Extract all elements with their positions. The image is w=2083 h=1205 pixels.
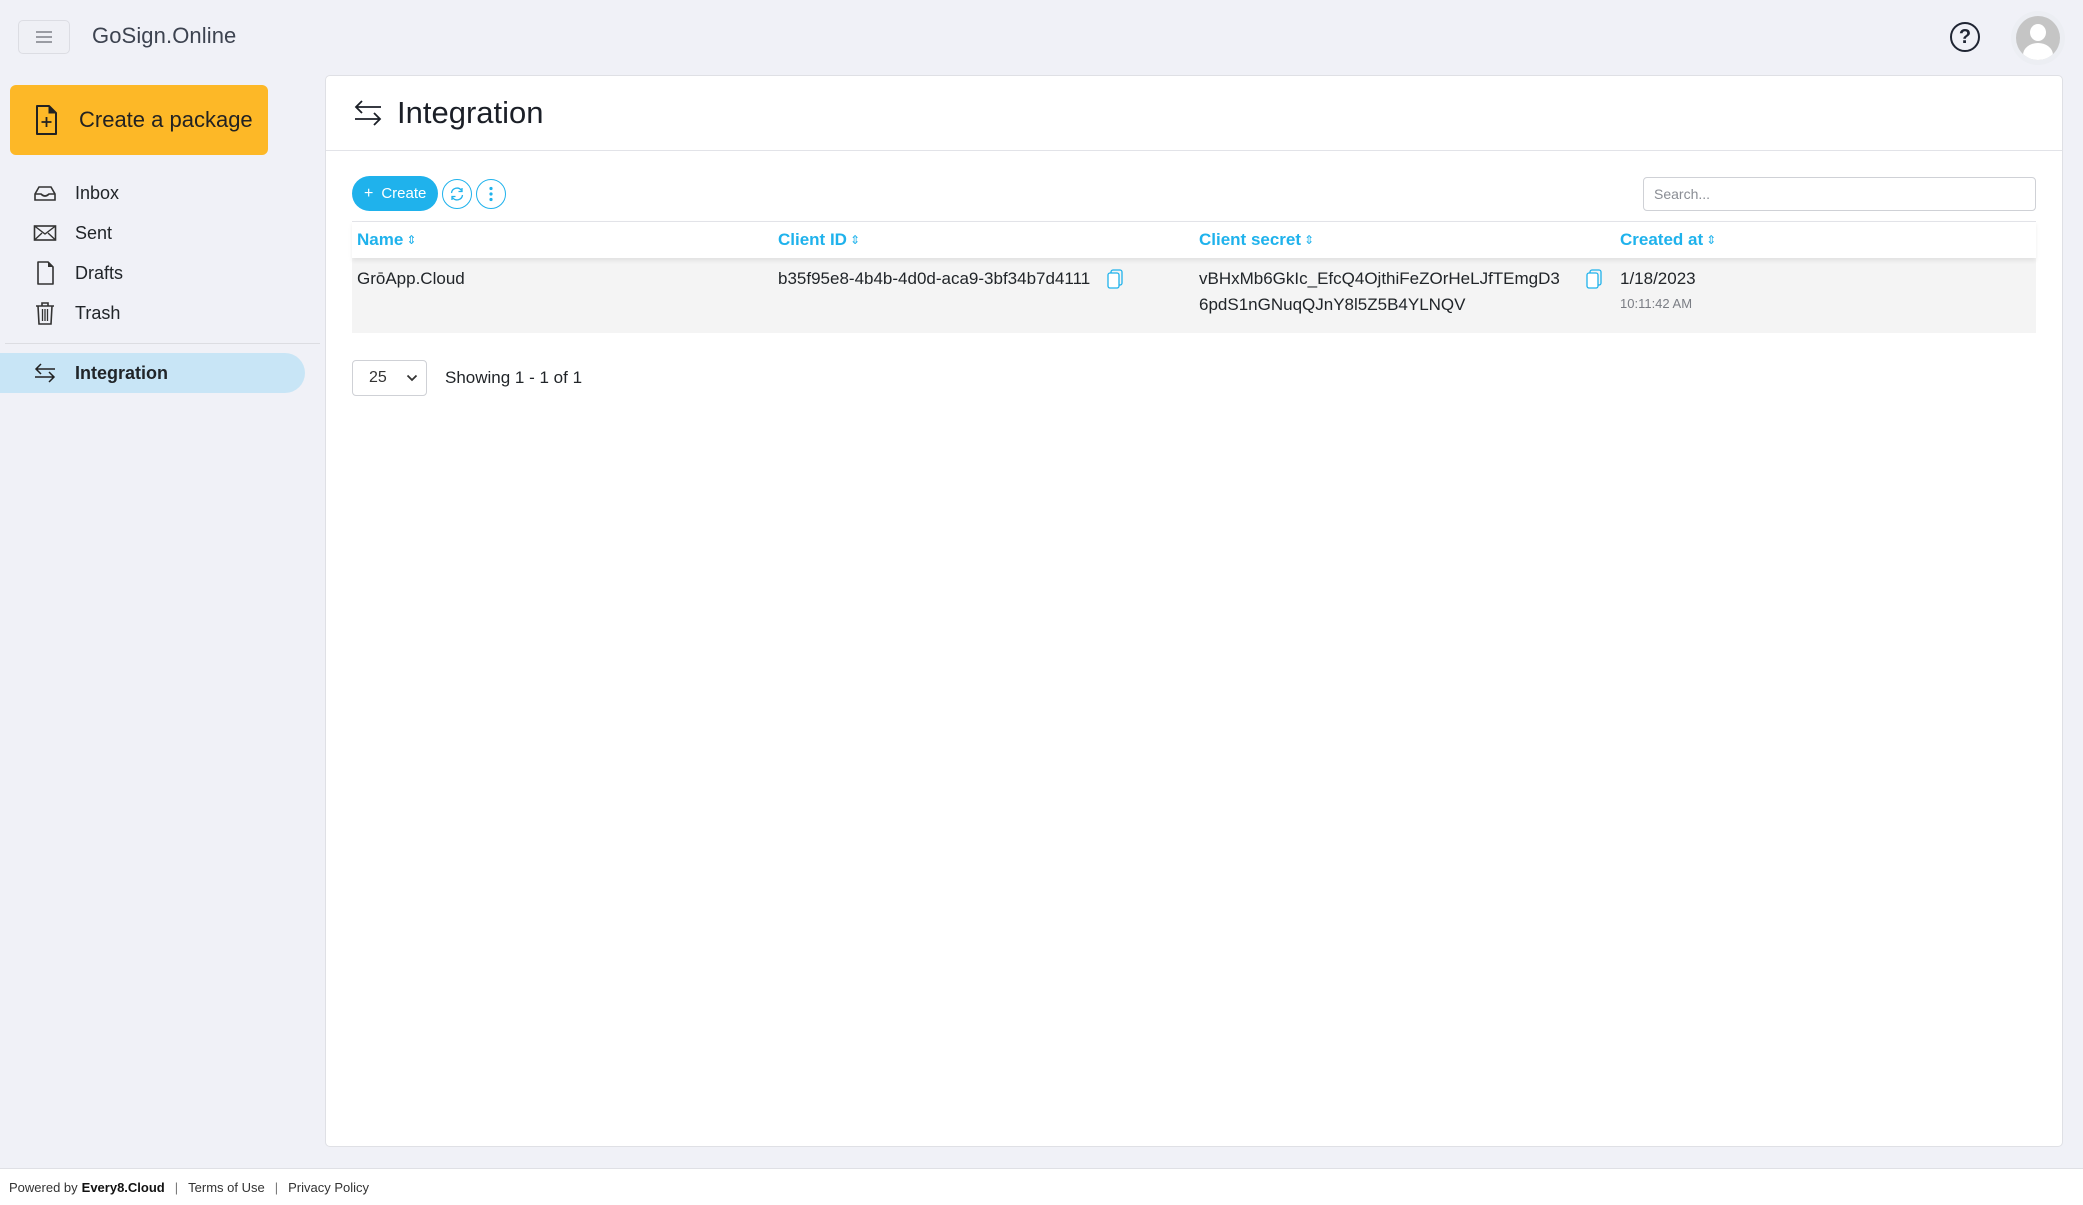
terms-of-use-link[interactable]: Terms of Use: [188, 1180, 265, 1195]
footer-separator: |: [174, 1179, 179, 1195]
created-time: 10:11:42 AM: [1620, 296, 1693, 311]
sidebar-nav: Inbox Sent Drafts Trash: [0, 173, 310, 333]
refresh-button[interactable]: [442, 178, 473, 209]
column-header-client-secret[interactable]: Client secret ⇕: [1194, 230, 1615, 250]
pagination-status: Showing 1 - 1 of 1: [445, 368, 583, 387]
user-icon: [2016, 16, 2060, 60]
footer: Powered by Every8.Cloud | Terms of Use |…: [0, 1168, 2083, 1205]
sort-icon: ⇕: [849, 233, 861, 247]
avatar[interactable]: [2011, 11, 2065, 65]
column-header-label: Client secret: [1199, 230, 1302, 249]
chevron-down-icon: [406, 374, 418, 382]
sidebar-item-label: Sent: [75, 222, 113, 243]
menu-toggle-button[interactable]: [18, 20, 70, 54]
sort-icon: ⇕: [1304, 233, 1315, 247]
footer-separator: |: [274, 1179, 279, 1195]
hamburger-icon: [36, 31, 52, 43]
powered-by-text: Powered by: [9, 1179, 78, 1195]
sidebar-item-drafts[interactable]: Drafts: [0, 253, 310, 293]
inbox-icon: [33, 181, 57, 205]
column-header-client-id[interactable]: Client ID ⇕: [773, 230, 1194, 250]
arrows-exchange-icon: [354, 100, 382, 126]
cell-created-at: 1/18/2023 10:11:42 AM: [1615, 266, 2036, 316]
created-date: 1/18/2023: [1620, 269, 1696, 288]
toolbar: + Create: [352, 176, 507, 211]
app-brand: GoSign.Online: [92, 23, 237, 48]
create-package-button[interactable]: Create a package: [10, 85, 268, 155]
sidebar-item-label: Integration: [75, 362, 168, 383]
page-size-select[interactable]: 25: [352, 360, 427, 396]
cell-name: GrōApp.Cloud: [352, 266, 773, 292]
cell-client-id: b35f95e8-4b4b-4d0d-aca9-3bf34b7d4111: [773, 266, 1194, 292]
sort-icon: ⇕: [1706, 233, 1717, 247]
sidebar-divider: [5, 343, 320, 344]
main-panel: Integration + Create Name ⇕ Client ID ⇕ …: [325, 75, 2063, 1147]
trash-icon: [33, 301, 57, 325]
table-header: Name ⇕ Client ID ⇕ Client secret ⇕ Creat…: [352, 221, 2036, 258]
column-header-created-at[interactable]: Created at ⇕: [1615, 230, 2036, 250]
company-link[interactable]: Every8.Cloud: [82, 1180, 165, 1195]
integrations-table: Name ⇕ Client ID ⇕ Client secret ⇕ Creat…: [352, 221, 2036, 333]
arrows-exchange-icon: [33, 361, 57, 385]
copy-icon[interactable]: [1586, 269, 1602, 289]
create-button-label: Create: [381, 185, 427, 202]
copy-icon[interactable]: [1107, 269, 1123, 289]
create-button[interactable]: + Create: [352, 176, 439, 211]
sidebar-item-trash[interactable]: Trash: [0, 293, 310, 333]
sidebar-item-sent[interactable]: Sent: [0, 213, 310, 253]
sidebar-item-label: Drafts: [75, 262, 124, 283]
column-header-label: Client ID: [778, 230, 847, 249]
refresh-icon: [451, 186, 464, 201]
sidebar-item-integration[interactable]: Integration: [0, 353, 305, 393]
file-plus-icon: [36, 105, 57, 135]
page-size-value: 25: [369, 369, 387, 386]
column-header-label: Created at: [1620, 230, 1704, 249]
sidebar-item-label: Trash: [75, 302, 121, 323]
sidebar-item-label: Inbox: [75, 182, 120, 203]
sort-icon: ⇕: [406, 233, 417, 247]
privacy-policy-link[interactable]: Privacy Policy: [288, 1180, 369, 1195]
file-icon: [33, 261, 57, 285]
help-icon[interactable]: ?: [1950, 22, 1980, 52]
more-options-button[interactable]: [476, 178, 507, 209]
more-vertical-icon: [489, 186, 493, 201]
client-secret-value: vBHxMb6GkIc_EfcQ4OjthiFeZOrHeLJfTEmgD36p…: [1199, 269, 1560, 314]
search-input[interactable]: [1643, 177, 2036, 211]
sidebar-item-inbox[interactable]: Inbox: [0, 173, 310, 213]
create-package-label: Create a package: [79, 107, 253, 132]
name-value: GrōApp.Cloud: [357, 269, 465, 288]
page-header: Integration: [326, 76, 2062, 151]
pagination: 25 Showing 1 - 1 of 1: [352, 360, 582, 396]
page-title: Integration: [397, 95, 544, 130]
column-header-label: Name: [357, 230, 404, 249]
column-header-name[interactable]: Name ⇕: [352, 230, 773, 250]
table-row[interactable]: GrōApp.Cloud b35f95e8-4b4b-4d0d-aca9-3bf…: [352, 258, 2036, 333]
envelope-icon: [33, 221, 57, 245]
client-id-value: b35f95e8-4b4b-4d0d-aca9-3bf34b7d4111: [778, 269, 1091, 288]
plus-icon: +: [364, 184, 374, 202]
cell-client-secret: vBHxMb6GkIc_EfcQ4OjthiFeZOrHeLJfTEmgD36p…: [1194, 266, 1615, 318]
